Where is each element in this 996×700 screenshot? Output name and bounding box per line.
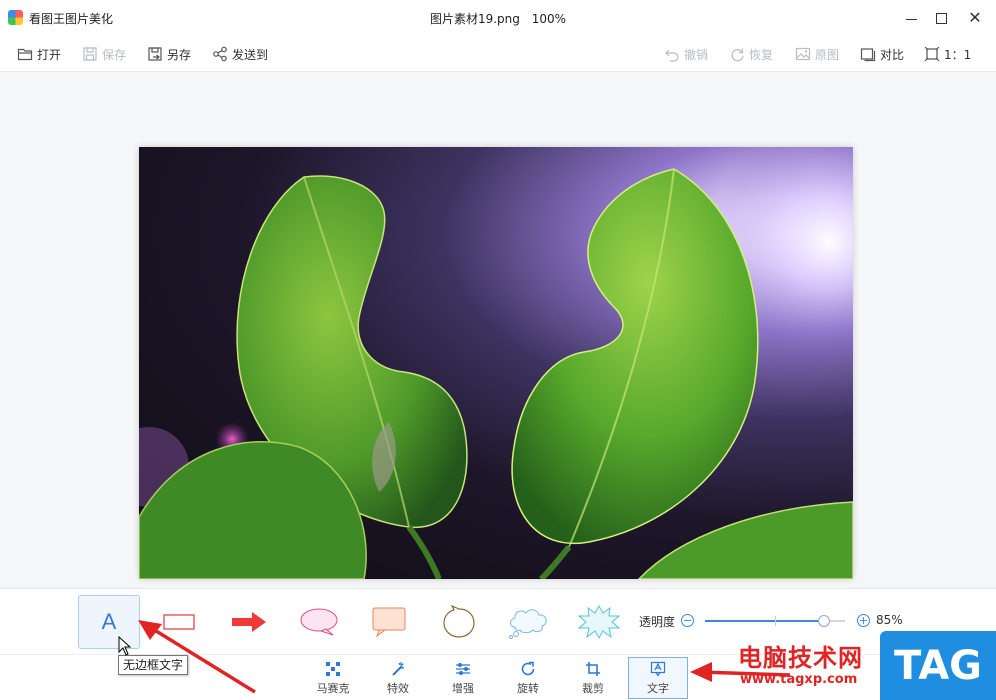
save-as-button[interactable]: 另存 [147, 44, 191, 64]
zoom-level: 100% [531, 12, 567, 26]
thought-bubble-icon [443, 605, 475, 638]
undo-icon [664, 46, 680, 62]
style-speech-bubble[interactable] [358, 595, 420, 649]
redo-button[interactable]: 恢复 [729, 44, 773, 64]
crop-icon [586, 661, 600, 676]
floppy-icon [82, 46, 98, 62]
watermark-url: www.tagxp.com [740, 672, 858, 687]
tool-mosaic[interactable]: 马赛克 [303, 657, 363, 699]
image-canvas[interactable] [0, 72, 996, 588]
maximize-icon [935, 12, 947, 24]
actual-size-icon [924, 46, 940, 62]
rectangle-icon [163, 614, 195, 630]
watermark-badge: TAG [880, 631, 996, 700]
redo-label: 恢复 [749, 47, 774, 62]
watermark-text: 电脑技术网 [738, 644, 863, 672]
opacity-value: 85% [876, 613, 903, 627]
original-button[interactable]: 原图 [795, 44, 839, 64]
actual-size-label: 1：1 [944, 47, 972, 62]
mouse-cursor-icon [118, 636, 132, 656]
tool-text[interactable]: 文字 [628, 657, 688, 699]
document-title: 图片素材19.png 100% [0, 10, 996, 27]
original-label: 原图 [815, 47, 840, 62]
opacity-slider-midmark [775, 616, 776, 626]
tooltip: 无边框文字 [118, 655, 189, 675]
minimize-button[interactable] [898, 6, 924, 30]
burst-bubble-icon [577, 604, 621, 640]
text-tool-icon [650, 661, 666, 677]
tool-effects[interactable]: 特效 [368, 657, 428, 699]
leaf-photo-illustration [139, 147, 853, 579]
file-name: 图片素材19.png [429, 12, 520, 26]
undo-button[interactable]: 撤销 [664, 44, 708, 64]
style-burst-bubble[interactable] [568, 595, 630, 649]
style-thought-bubble[interactable] [428, 595, 490, 649]
compare-label: 对比 [880, 47, 905, 62]
speech-bubble-icon [372, 607, 406, 638]
opacity-slider-fill [705, 620, 824, 622]
folder-icon [17, 46, 33, 62]
save-as-label: 另存 [167, 47, 192, 62]
save-as-icon [147, 46, 163, 62]
sliders-icon [456, 662, 470, 675]
tool-mosaic-label: 马赛克 [316, 681, 350, 695]
main-toolbar: 打开 保存 另存 发送到 撤销 恢复 原图 对比 1：1 [0, 36, 996, 72]
tool-rotate[interactable]: 旋转 [498, 657, 558, 699]
cloud-bubble-icon [509, 609, 547, 639]
save-label: 保存 [102, 47, 127, 62]
tool-text-label: 文字 [647, 681, 669, 695]
actual-size-button[interactable]: 1：1 [924, 44, 971, 64]
send-to-label: 发送到 [232, 47, 269, 62]
opacity-label: 透明度 [639, 615, 676, 629]
magic-wand-icon [392, 661, 404, 676]
maximize-button[interactable] [928, 6, 954, 30]
send-to-button[interactable]: 发送到 [212, 44, 268, 64]
redo-icon [729, 46, 745, 62]
image-icon [795, 46, 811, 62]
style-arrow[interactable] [218, 595, 280, 649]
rotate-icon [521, 661, 535, 675]
style-rectangle[interactable] [148, 595, 210, 649]
style-ellipse-bubble[interactable] [288, 595, 350, 649]
text-a-icon: A [101, 609, 117, 634]
share-icon [212, 46, 228, 62]
close-button[interactable]: ✕ [962, 6, 988, 30]
tool-effects-label: 特效 [387, 681, 409, 695]
style-cloud-bubble[interactable] [498, 595, 560, 649]
edited-photo[interactable] [139, 147, 853, 579]
compare-button[interactable]: 对比 [860, 44, 904, 64]
tool-crop-label: 裁剪 [582, 681, 604, 695]
minimize-icon [905, 18, 917, 20]
opacity-increase-button[interactable]: + [857, 614, 870, 627]
ellipse-bubble-icon [300, 608, 338, 636]
mosaic-icon [326, 661, 340, 676]
tool-enhance[interactable]: 增强 [433, 657, 493, 699]
tool-rotate-label: 旋转 [517, 681, 539, 695]
open-label: 打开 [37, 47, 62, 62]
open-button[interactable]: 打开 [17, 44, 61, 64]
undo-label: 撤销 [684, 47, 709, 62]
tool-enhance-label: 增强 [452, 681, 474, 695]
arrow-shape-icon [232, 612, 266, 632]
opacity-slider-thumb[interactable] [818, 615, 830, 627]
opacity-decrease-button[interactable]: − [681, 614, 694, 627]
save-button[interactable]: 保存 [82, 44, 126, 64]
tool-crop[interactable]: 裁剪 [563, 657, 623, 699]
opacity-slider[interactable] [705, 615, 845, 627]
title-bar: 看图王图片美化 图片素材19.png 100% ✕ [0, 0, 996, 36]
compare-icon [860, 46, 876, 62]
close-icon: ✕ [968, 8, 982, 27]
